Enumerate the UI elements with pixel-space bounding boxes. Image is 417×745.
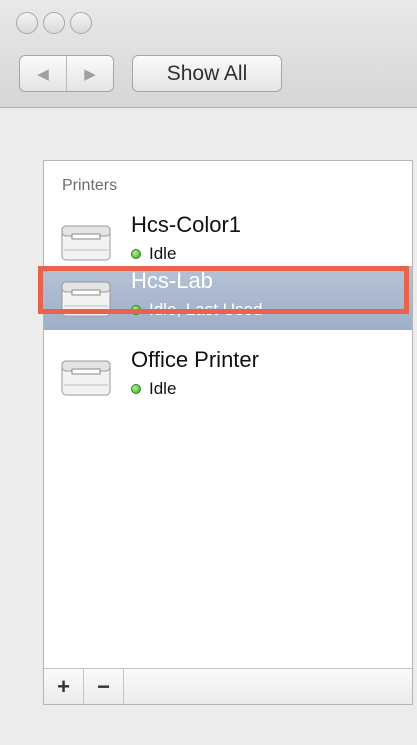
remove-printer-button[interactable]: − [84,669,124,704]
printer-status: Idle [131,244,176,264]
add-printer-button[interactable]: + [44,669,84,704]
minimize-window-button[interactable] [43,12,65,34]
show-all-button[interactable]: Show All [132,55,282,92]
close-window-button[interactable] [16,12,38,34]
printer-status: Idle [131,379,176,399]
chevron-right-icon: ▶ [84,65,96,83]
printer-status-text: Idle [149,244,177,263]
printers-heading: Printers [62,177,118,194]
back-forward-control: ◀ ▶ [19,55,114,92]
printer-row-office-printer[interactable]: Office Printer Idle [44,343,412,411]
selection-highlight-box [38,266,409,314]
status-dot-icon [131,384,141,394]
window-toolbar: ◀ ▶ Show All [0,0,417,108]
list-bottom-bar: + − [44,668,412,704]
zoom-window-button[interactable] [70,12,92,34]
printer-icon [61,360,111,396]
printer-icon [61,225,111,261]
printer-name: Hcs-Color1 [131,212,242,237]
printer-name: Office Printer [131,347,259,372]
back-button[interactable]: ◀ [20,56,67,91]
printer-status-text: Idle [149,379,177,398]
printers-list-panel: Printers Hcs-Color1 Idle Hcs-Lab Idle, L… [43,160,413,705]
status-dot-icon [131,249,141,259]
forward-button[interactable]: ▶ [67,56,113,91]
chevron-left-icon: ◀ [37,65,49,83]
